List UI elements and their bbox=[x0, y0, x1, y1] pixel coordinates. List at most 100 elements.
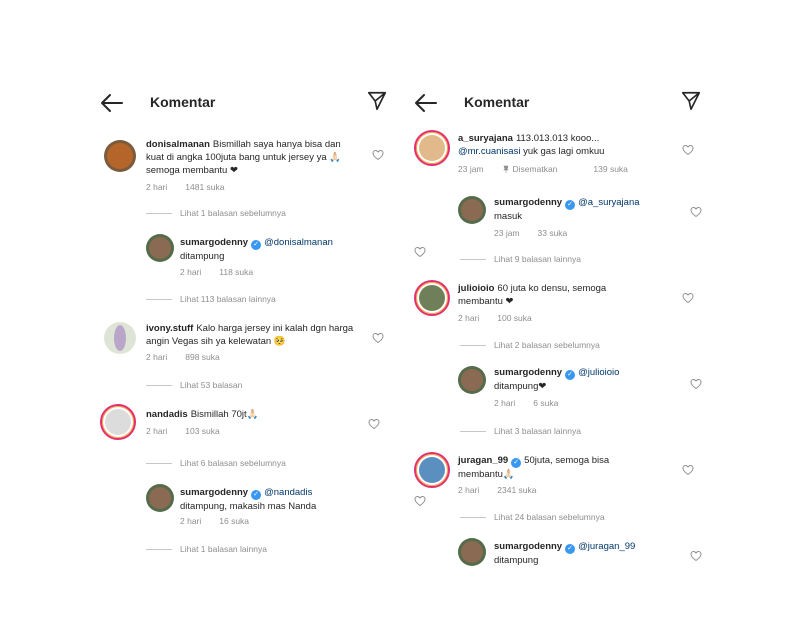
view-replies-label: Lihat 113 balasan lainnya bbox=[180, 294, 276, 304]
comment-likes[interactable]: 6 suka bbox=[533, 398, 558, 408]
comment-mention[interactable]: @juragan_99 bbox=[578, 541, 635, 552]
comment-body: ditampung bbox=[494, 555, 539, 566]
view-replies-link[interactable]: Lihat 3 balasan lainnya bbox=[460, 426, 581, 436]
avatar[interactable] bbox=[104, 322, 136, 354]
comment-mention[interactable]: @donisalmanan bbox=[264, 237, 333, 248]
comment-likes[interactable]: 898 suka bbox=[185, 352, 220, 362]
view-replies-link[interactable]: Lihat 9 balasan lainnya bbox=[460, 254, 581, 264]
comment-text: juragan_99 ✓ 50juta, semoga bisa membantu🙏… bbox=[458, 454, 638, 481]
avatar[interactable] bbox=[458, 538, 486, 566]
comment-item: a_suryajana 113.013.013 kooo... @mr.cuani… bbox=[414, 130, 698, 174]
comment-mention[interactable]: @mr.cuanisasi bbox=[458, 146, 520, 157]
heart-outline-icon[interactable] bbox=[372, 332, 384, 344]
paper-plane-icon[interactable] bbox=[680, 90, 702, 112]
comment-username[interactable]: a_suryajana bbox=[458, 133, 513, 144]
comment-meta: 2 hari 100 suka bbox=[458, 313, 550, 323]
verified-badge-icon: ✓ bbox=[565, 370, 576, 380]
heart-outline-icon[interactable] bbox=[368, 418, 380, 430]
paper-plane-icon[interactable] bbox=[366, 90, 388, 112]
arrow-left-icon[interactable] bbox=[414, 92, 438, 114]
divider bbox=[146, 213, 172, 215]
comment-username[interactable]: sumargodenny bbox=[494, 367, 562, 378]
view-replies-link[interactable]: Lihat 1 balasan sebelumnya bbox=[146, 208, 286, 218]
view-replies-link[interactable]: Lihat 1 balasan lainnya bbox=[146, 544, 267, 554]
verified-badge-icon: ✓ bbox=[251, 490, 262, 500]
comment-username[interactable]: julioioio bbox=[458, 283, 494, 294]
view-replies-link[interactable]: Lihat 2 balasan sebelumnya bbox=[460, 340, 600, 350]
view-replies-link[interactable]: Lihat 113 balasan lainnya bbox=[146, 294, 276, 304]
comment-username[interactable]: sumargodenny bbox=[180, 487, 248, 498]
comment-username[interactable]: juragan_99 bbox=[458, 455, 508, 466]
divider bbox=[460, 517, 486, 519]
comment-username[interactable]: donisalmanan bbox=[146, 139, 210, 150]
view-replies-label: Lihat 53 balasan bbox=[180, 380, 243, 390]
view-replies-link[interactable]: Lihat 24 balasan sebelumnya bbox=[460, 512, 605, 522]
comment-meta: 2 hari 118 suka bbox=[180, 267, 271, 277]
comment-time: 23 jam bbox=[494, 228, 520, 238]
heart-outline-icon[interactable] bbox=[682, 464, 694, 476]
comment-time: 2 hari bbox=[494, 398, 516, 408]
comment-body: Bismillah 70jt🙏🏻 bbox=[190, 409, 259, 420]
comment-mention[interactable]: @nandadis bbox=[264, 487, 312, 498]
comment-username[interactable]: sumargodenny bbox=[494, 541, 562, 552]
divider bbox=[460, 345, 486, 347]
comment-mention[interactable]: @julioioio bbox=[578, 367, 619, 378]
comment-likes[interactable]: 139 suka bbox=[593, 164, 628, 174]
reply-item: sumargodenny ✓ @juragan_99 ditampung bbox=[458, 538, 702, 574]
heart-outline-icon[interactable] bbox=[682, 292, 694, 304]
comment-username[interactable]: sumargodenny bbox=[494, 197, 562, 208]
heart-outline-icon[interactable] bbox=[372, 149, 384, 161]
avatar[interactable] bbox=[414, 452, 450, 488]
avatar[interactable] bbox=[146, 234, 174, 262]
comment-meta: 2 hari 103 suka bbox=[146, 426, 238, 436]
avatar[interactable] bbox=[458, 196, 486, 224]
heart-outline-icon[interactable] bbox=[682, 144, 694, 156]
comment-meta: 2 hari 1481 suka bbox=[146, 182, 243, 192]
comment-likes[interactable]: 16 suka bbox=[219, 516, 249, 526]
heart-outline-icon[interactable] bbox=[690, 206, 702, 218]
view-replies-label: Lihat 1 balasan lainnya bbox=[180, 544, 267, 554]
view-replies-label: Lihat 1 balasan sebelumnya bbox=[180, 208, 286, 218]
comment-username[interactable]: ivony.stuff bbox=[146, 323, 193, 334]
arrow-left-icon[interactable] bbox=[100, 92, 124, 114]
comment-item: donisalmanan Bismillah saya hanya bisa da… bbox=[104, 139, 384, 196]
avatar[interactable] bbox=[414, 280, 450, 316]
comment-username[interactable]: sumargodenny bbox=[180, 237, 248, 248]
view-replies-link[interactable]: Lihat 6 balasan sebelumnya bbox=[146, 458, 286, 468]
view-replies-link[interactable]: Lihat 53 balasan bbox=[146, 380, 242, 390]
comment-username[interactable]: nandadis bbox=[146, 409, 188, 420]
comment-likes[interactable]: 100 suka bbox=[497, 313, 532, 323]
comment-mention[interactable]: @a_suryajana bbox=[578, 197, 639, 208]
avatar[interactable] bbox=[146, 484, 174, 512]
comment-time: 2 hari bbox=[180, 267, 202, 277]
comment-meta: 2 hari 2341 suka bbox=[458, 485, 555, 495]
comments-panel-right: Komentar a_suryajana 113.013.013 kooo... … bbox=[414, 0, 714, 640]
comment-likes[interactable]: 1481 suka bbox=[185, 182, 224, 192]
heart-outline-icon[interactable] bbox=[690, 378, 702, 390]
avatar[interactable] bbox=[104, 140, 136, 172]
comment-meta: 2 hari 16 suka bbox=[180, 516, 267, 526]
comment-text: sumargodenny ✓ @nandadis ditampung, makasi… bbox=[180, 486, 370, 513]
comment-item: juragan_99 ✓ 50juta, semoga bisa membantu🙏… bbox=[414, 452, 698, 496]
heart-outline-icon[interactable] bbox=[690, 550, 702, 562]
avatar[interactable] bbox=[100, 404, 136, 440]
comment-time: 2 hari bbox=[458, 313, 480, 323]
avatar[interactable] bbox=[414, 130, 450, 166]
comment-text: sumargodenny ✓ @juragan_99 ditampung bbox=[494, 540, 684, 567]
comment-meta: 23 jam 33 suka bbox=[494, 228, 585, 238]
verified-badge-icon: ✓ bbox=[565, 200, 576, 210]
divider bbox=[146, 463, 172, 465]
divider bbox=[460, 259, 486, 261]
comment-likes[interactable]: 118 suka bbox=[219, 267, 253, 277]
comment-likes[interactable]: 103 suka bbox=[185, 426, 220, 436]
reply-item: sumargodenny ✓ @julioioio ditampung❤ 2 har… bbox=[458, 366, 702, 410]
comment-item: ivony.stuff Kalo harga jersey ini kalah d… bbox=[104, 322, 384, 368]
comment-item: nandadis Bismillah 70jt🙏🏻 2 hari 103 suka bbox=[100, 404, 384, 444]
avatar[interactable] bbox=[458, 366, 486, 394]
view-replies-label: Lihat 9 balasan lainnya bbox=[494, 254, 581, 264]
comment-body: masuk bbox=[494, 211, 522, 222]
comment-likes[interactable]: 2341 suka bbox=[497, 485, 536, 495]
comment-likes[interactable]: 33 suka bbox=[538, 228, 568, 238]
view-replies-label: Lihat 24 balasan sebelumnya bbox=[494, 512, 605, 522]
view-replies-label: Lihat 3 balasan lainnya bbox=[494, 426, 581, 436]
